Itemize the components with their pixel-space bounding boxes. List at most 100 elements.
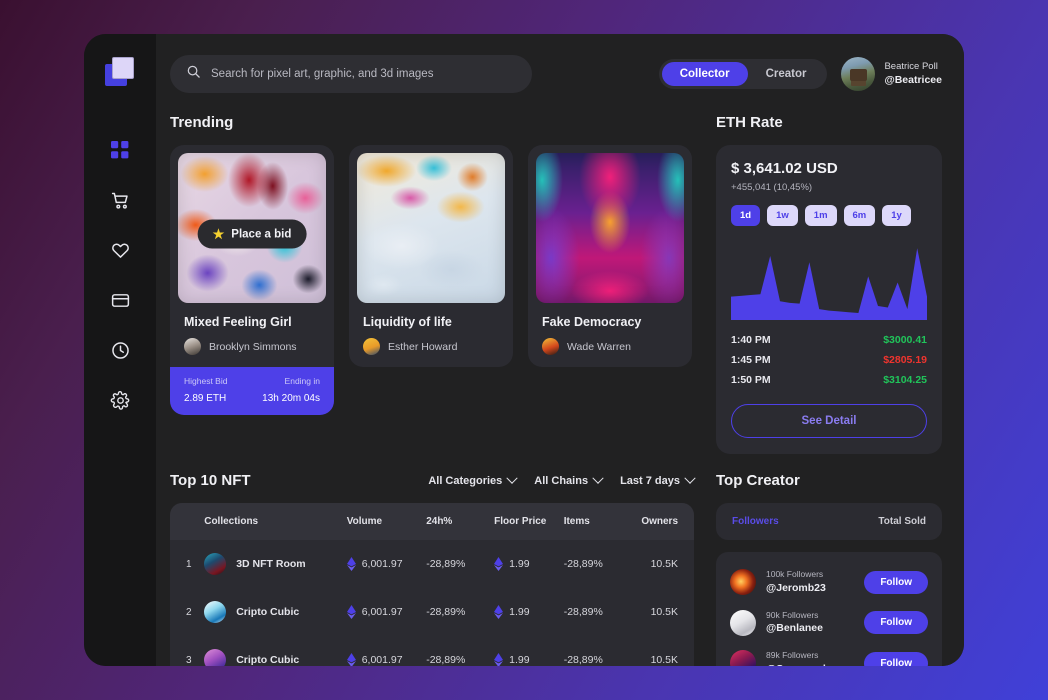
filter-label: All Categories (428, 474, 503, 487)
collection-name: Cripto Cubic (236, 606, 300, 618)
row-owners: 10.5K (650, 558, 679, 570)
app-logo[interactable] (105, 56, 135, 86)
profile-handle: @Beatricee (884, 74, 942, 87)
eth-icon (346, 653, 356, 666)
table-row: 1:45 PM $2805.19 (731, 354, 927, 366)
highest-bid-value: 2.89 ETH (184, 393, 227, 404)
creator-followers: 89k Followers (766, 650, 819, 661)
creator-followers: 100k Followers (766, 569, 824, 579)
rate-value: $3104.25 (883, 374, 927, 386)
main-content: Collector Creator Beatrice Poll @Beatric… (156, 34, 964, 666)
row-floor: 1.99 (494, 605, 564, 619)
row-volume: 6,001.97 (346, 605, 427, 619)
author-name: Wade Warren (567, 340, 631, 353)
creator-followers: 90k Followers (766, 609, 819, 620)
column-volume: Volume (346, 516, 383, 527)
author-avatar (542, 338, 559, 355)
sidebar-item-wallet[interactable] (98, 278, 142, 322)
place-a-bid-label: Place a bid (231, 228, 292, 240)
page-title: Trending (170, 114, 234, 131)
range-6m[interactable]: 6m (843, 205, 876, 226)
search-icon (186, 64, 201, 84)
role-toggle[interactable]: Collector Creator (658, 59, 828, 89)
table-row[interactable]: 2 Cripto Cubic 6,001.97 -28,89% 1.99 -28… (170, 588, 694, 636)
row-rank: 2 (186, 606, 192, 618)
top-bar: Collector Creator Beatrice Poll @Beatric… (170, 52, 942, 96)
creator-handle: @Benlanee (766, 622, 823, 635)
sidebar-item-history[interactable] (98, 328, 142, 372)
nft-title: Fake Democracy (542, 315, 642, 329)
eth-change: +455,041 (10,45%) (731, 182, 813, 193)
see-detail-button[interactable]: See Detail (731, 404, 927, 438)
follow-button[interactable]: Follow (864, 611, 928, 635)
row-floor: 1.99 (494, 557, 564, 571)
eth-price: $ 3,641.02 USD (731, 160, 838, 177)
nft-artwork-marble-swirl (357, 153, 505, 303)
tab-followers[interactable]: Followers (732, 516, 779, 527)
column-floor-price: Floor Price (494, 516, 547, 527)
sidebar-item-marketplace[interactable] (98, 178, 142, 222)
range-1w[interactable]: 1w (767, 205, 798, 226)
eth-icon (494, 557, 504, 571)
range-selector: 1d 1w 1m 6m 1y (731, 205, 927, 226)
creator-avatar (730, 650, 756, 666)
creator-avatar (730, 609, 756, 636)
tab-creator[interactable]: Creator (748, 62, 825, 86)
chevron-down-icon (684, 472, 696, 484)
row-owners: 10.5K (650, 654, 679, 666)
range-1m[interactable]: 1m (804, 205, 837, 226)
table-row[interactable]: 1 3D NFT Room 6,001.97 -28,89% 1.99 -28,… (170, 540, 694, 588)
place-a-bid-button[interactable]: ★ Place a bid (197, 219, 307, 249)
nft-card[interactable]: Fake Democracy Wade Warren (528, 145, 692, 367)
follow-button[interactable]: Follow (864, 570, 928, 594)
volume-value: 6,001.97 (361, 558, 403, 570)
avatar (841, 57, 876, 91)
author-avatar (184, 338, 201, 355)
tab-collector[interactable]: Collector (661, 62, 748, 86)
follow-button[interactable]: Follow (864, 651, 928, 666)
search-bar[interactable] (170, 55, 532, 93)
nft-card-body: Liquidity of life Esther Howard (357, 303, 505, 367)
filter-all-chains[interactable]: All Chains (534, 472, 604, 487)
sidebar-item-dashboard[interactable] (98, 128, 142, 172)
bid-values-row: 2.89 ETH 13h 20m 04s (184, 393, 320, 404)
column-rank (186, 516, 204, 527)
nft-artwork-neon-corridor (536, 153, 684, 303)
tab-total-sold[interactable]: Total Sold (878, 516, 926, 527)
creator-handle: @Jeromb23 (766, 581, 826, 594)
list-item: 100k Followers @Jeromb23 Follow (730, 562, 928, 603)
profile-menu[interactable]: Beatrice Poll @Beatricee (841, 57, 942, 91)
ending-in-value: 13h 20m 04s (262, 393, 320, 404)
row-owners: 10.5K (650, 606, 679, 618)
rate-value: $3000.41 (883, 334, 927, 346)
creator-text: 90k Followers @Benlanee (766, 610, 854, 637)
collection-name: Cripto Cubic (236, 654, 300, 666)
filter-all-categories[interactable]: All Categories (428, 472, 518, 487)
highest-bid-label: Highest Bid (184, 376, 228, 386)
rate-value: $2805.19 (883, 354, 927, 366)
profile-text: Beatrice Poll @Beatricee (884, 61, 942, 88)
wallet-icon (110, 290, 131, 311)
gear-icon (110, 390, 131, 411)
table-row[interactable]: 3 Cripto Cubic 6,001.97 -28,89% 1.99 -28… (170, 636, 694, 666)
nft-card[interactable]: Liquidity of life Esther Howard (349, 145, 513, 367)
header-right: Collector Creator Beatrice Poll @Beatric… (658, 57, 942, 91)
nft-card[interactable]: ★ Place a bid Mixed Feeling Girl Brookly… (170, 145, 334, 415)
row-rank: 1 (186, 558, 192, 570)
creator-text: 89k Followers @Seanvendy (766, 650, 854, 666)
search-input[interactable] (211, 68, 516, 80)
upper-row: Trending ★ Place a bid Mixed Feeling Gir… (170, 114, 942, 454)
eth-icon (494, 653, 504, 666)
sidebar-item-settings[interactable] (98, 378, 142, 422)
author-name: Brooklyn Simmons (209, 340, 297, 353)
sidebar-item-favorites[interactable] (98, 228, 142, 272)
filter-label: Last 7 days (620, 474, 680, 487)
creator-tabs: Followers Total Sold (716, 503, 942, 540)
range-1y[interactable]: 1y (882, 205, 911, 226)
trending-cards: ★ Place a bid Mixed Feeling Girl Brookly… (170, 145, 694, 415)
filter-time-range[interactable]: Last 7 days (620, 472, 696, 487)
rate-time: 1:40 PM (731, 334, 771, 346)
creator-list: 100k Followers @Jeromb23 Follow 90k Foll… (716, 552, 942, 666)
collection-avatar (204, 553, 227, 575)
range-1d[interactable]: 1d (731, 205, 761, 226)
